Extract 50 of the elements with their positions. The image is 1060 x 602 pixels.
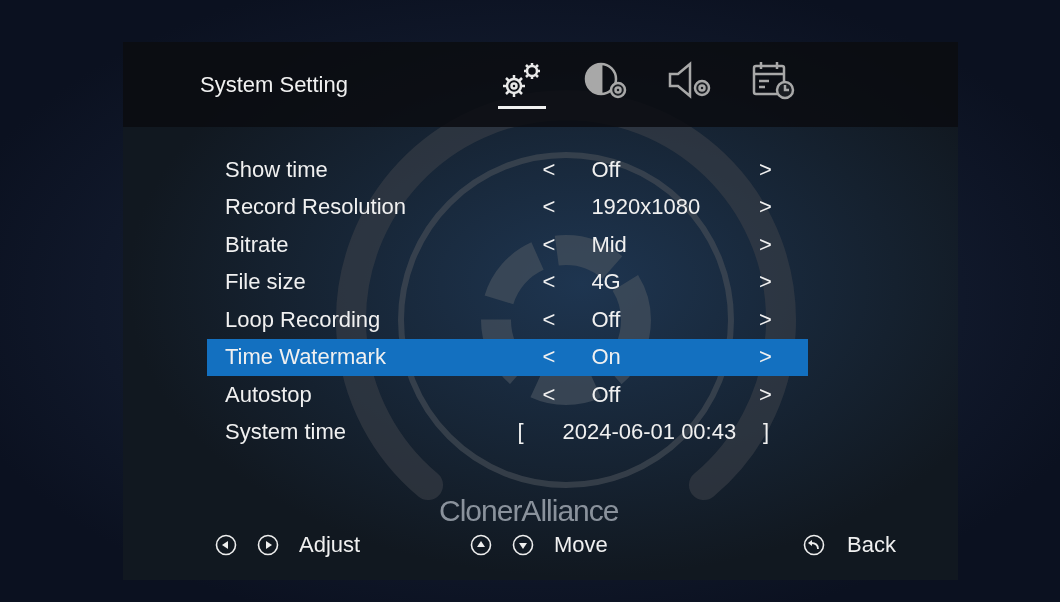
setting-row[interactable]: Bitrate < Mid > [207,226,808,264]
close-bracket: ] [762,419,771,446]
setting-row[interactable]: Record Resolution < 1920x1080 > [207,188,808,226]
setting-label: System time [225,419,348,446]
setting-label: Record Resolution [225,194,407,221]
setting-value: 1920x1080 [591,194,702,221]
next-arrow: > [759,381,773,408]
hint-label: Back [847,532,896,558]
setting-value: 2024-06-01 00:43 [562,419,738,446]
setting-row[interactable]: Time Watermark < On > [207,338,808,376]
setting-value: Off [591,306,622,333]
previous-arrow: < [542,194,557,221]
hint-label: Move [554,532,608,558]
setting-label: Bitrate [225,231,290,258]
setting-row[interactable]: Show time < Off > [207,151,808,189]
next-arrow: > [759,344,773,371]
previous-arrow: < [542,381,557,408]
up-circle-icon [470,534,492,556]
setting-value: Off [591,381,622,408]
right-circle-icon [257,534,279,556]
window-title: System Setting [200,71,349,98]
next-arrow: > [759,194,773,221]
setting-label: File size [225,269,307,296]
setting-label: Loop Recording [225,306,382,333]
previous-arrow: < [542,156,557,183]
hint-label: Adjust [299,532,361,558]
setting-row[interactable]: System time [ 2024-06-01 00:43 ] [207,413,808,451]
brand-text: ClonerAlliance [439,494,619,528]
setting-value: Off [591,156,622,183]
open-bracket: [ [517,419,525,446]
setting-row[interactable]: Autostop < Off > [207,376,808,414]
left-circle-icon [215,534,237,556]
down-circle-icon [512,534,534,556]
next-arrow: > [759,269,773,296]
next-arrow: > [759,156,773,183]
system-tab[interactable] [498,60,546,109]
setting-row[interactable]: File size < 4G > [207,263,808,301]
setting-row[interactable]: Loop Recording < Off > [207,301,808,339]
setting-value: 4G [591,269,622,296]
previous-arrow: < [542,344,557,371]
setting-value: Mid [591,231,628,258]
next-arrow: > [759,306,773,333]
setting-label: Show time [225,156,329,183]
setting-label: Autostop [225,381,313,408]
setting-value: On [591,344,622,371]
previous-arrow: < [542,306,557,333]
next-arrow: > [759,231,773,258]
setting-label: Time Watermark [225,344,387,371]
previous-arrow: < [542,269,557,296]
previous-arrow: < [542,231,557,258]
